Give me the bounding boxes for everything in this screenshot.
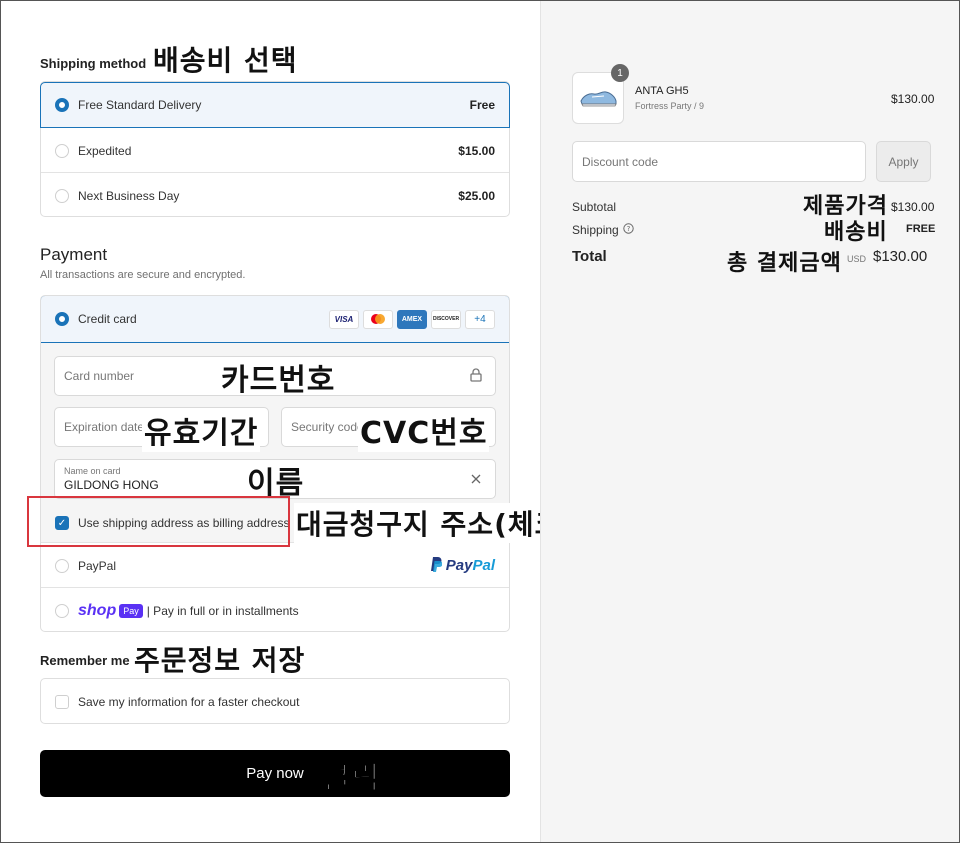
shipping-options-box: Free Standard Delivery Free Expedited $1… bbox=[40, 81, 510, 217]
remember-me-label: Save my information for a faster checkou… bbox=[78, 695, 300, 709]
help-circle-icon[interactable]: ? bbox=[623, 223, 634, 237]
payment-option-credit-card[interactable]: Credit card VISA AMEX DISCOVER +4 bbox=[41, 296, 509, 343]
apply-button[interactable]: Apply bbox=[876, 141, 931, 182]
shipping-option-price: $25.00 bbox=[458, 188, 495, 203]
shipping-summary-annotation: 배송비 bbox=[824, 220, 888, 245]
paypal-label: PayPal bbox=[78, 558, 117, 573]
expiration-placeholder: Expiration date bbox=[64, 420, 145, 434]
radio-icon[interactable] bbox=[55, 188, 69, 203]
total-label: Total bbox=[572, 248, 607, 265]
security-placeholder: Security code bbox=[291, 420, 364, 434]
clear-icon[interactable] bbox=[470, 473, 482, 488]
radio-icon[interactable] bbox=[55, 603, 69, 618]
remember-me-box: Save my information for a faster checkou… bbox=[40, 678, 510, 724]
order-summary: 1 ANTA GH5 Fortress Party / 9 $130.00 Di… bbox=[540, 1, 959, 842]
shop-logo: shop bbox=[78, 601, 117, 619]
mastercard-icon bbox=[363, 309, 393, 329]
paypal-logo-text-a: Pay bbox=[445, 557, 473, 574]
shipping-summary-label: Shipping bbox=[572, 223, 619, 237]
more-cards-badge: +4 bbox=[465, 309, 495, 329]
discount-code-input[interactable]: Discount code bbox=[572, 141, 866, 182]
card-number-placeholder: Card number bbox=[64, 369, 135, 383]
total-annotation: 총 결제금액 bbox=[727, 251, 842, 276]
svg-text:?: ? bbox=[626, 225, 630, 233]
shop-pay-label: | Pay in full or in installments bbox=[146, 603, 299, 618]
product-name: ANTA GH5 bbox=[635, 85, 689, 97]
quantity-badge: 1 bbox=[611, 64, 629, 82]
subtotal-label: Subtotal bbox=[572, 200, 617, 214]
shipping-option-next-day[interactable]: Next Business Day $25.00 bbox=[41, 173, 509, 218]
shipping-option-label: Next Business Day bbox=[78, 188, 180, 203]
billing-highlight-box bbox=[27, 496, 290, 547]
remember-me-title: Remember me bbox=[40, 653, 130, 668]
shop-pay-badge: Pay bbox=[119, 603, 143, 618]
paypal-logo-text-b: Pal bbox=[472, 557, 495, 574]
pay-now-annotation: 클릭 bbox=[322, 761, 381, 797]
pay-now-button[interactable]: Pay now bbox=[40, 750, 510, 797]
shipping-summary-value: FREE bbox=[906, 223, 936, 235]
name-annotation: 이름 bbox=[247, 466, 305, 501]
paypal-logo: Pay Pal bbox=[429, 556, 495, 576]
payment-option-paypal[interactable]: PayPal Pay Pal bbox=[41, 543, 509, 588]
radio-icon[interactable] bbox=[55, 558, 69, 573]
subtotal-value: $130.00 bbox=[891, 200, 935, 214]
radio-selected-icon[interactable] bbox=[55, 312, 69, 326]
radio-icon[interactable] bbox=[55, 143, 69, 158]
remember-me-annotation: 주문정보 저장 bbox=[134, 644, 306, 677]
security-code-annotation: CVC번호 bbox=[358, 408, 490, 452]
total-currency: USD bbox=[847, 254, 867, 264]
payment-subtitle: All transactions are secure and encrypte… bbox=[40, 269, 246, 281]
checkout-form: Shipping method 배송비 선택 Free Standard Del… bbox=[1, 1, 598, 842]
checkout-page: Shipping method 배송비 선택 Free Standard Del… bbox=[0, 0, 960, 843]
payment-option-shop-pay[interactable]: shop Pay | Pay in full or in installment… bbox=[41, 588, 509, 631]
credit-card-label: Credit card bbox=[78, 312, 137, 326]
apply-label: Apply bbox=[888, 154, 919, 169]
amex-icon: AMEX bbox=[397, 309, 427, 329]
shipping-summary-row: Shipping ? bbox=[572, 223, 634, 237]
visa-icon: VISA bbox=[329, 309, 359, 329]
shipping-option-price: $15.00 bbox=[458, 143, 495, 158]
paypal-p-icon bbox=[429, 556, 443, 576]
shipping-method-title: Shipping method bbox=[40, 56, 147, 71]
sneaker-icon bbox=[580, 91, 617, 107]
shipping-annotation: 배송비 선택 bbox=[153, 44, 298, 77]
shipping-option-price: Free bbox=[469, 98, 495, 112]
checkbox-icon[interactable] bbox=[55, 695, 69, 709]
lock-icon bbox=[470, 367, 482, 385]
pay-now-label: Pay now bbox=[246, 765, 304, 782]
product-variant: Fortress Party / 9 bbox=[635, 101, 705, 111]
product-price: $130.00 bbox=[891, 92, 935, 106]
shipping-option-expedited[interactable]: Expedited $15.00 bbox=[41, 128, 509, 173]
name-on-card-label: Name on card bbox=[64, 466, 121, 476]
discover-icon: DISCOVER bbox=[431, 309, 461, 329]
card-number-annotation: 카드번호 bbox=[221, 363, 336, 398]
total-value: $130.00 bbox=[873, 248, 928, 265]
shipping-option-label: Expedited bbox=[78, 143, 132, 158]
discount-placeholder: Discount code bbox=[582, 154, 659, 169]
shipping-option-free[interactable]: Free Standard Delivery Free bbox=[40, 82, 510, 128]
radio-selected-icon[interactable] bbox=[55, 98, 69, 112]
name-on-card-value: GILDONG HONG bbox=[64, 478, 159, 492]
expiration-annotation: 유효기간 bbox=[142, 408, 261, 452]
card-logos: VISA AMEX DISCOVER +4 bbox=[325, 309, 495, 329]
remember-me-option[interactable]: Save my information for a faster checkou… bbox=[41, 679, 509, 725]
payment-title: Payment bbox=[40, 245, 108, 264]
shipping-option-label: Free Standard Delivery bbox=[78, 98, 202, 112]
